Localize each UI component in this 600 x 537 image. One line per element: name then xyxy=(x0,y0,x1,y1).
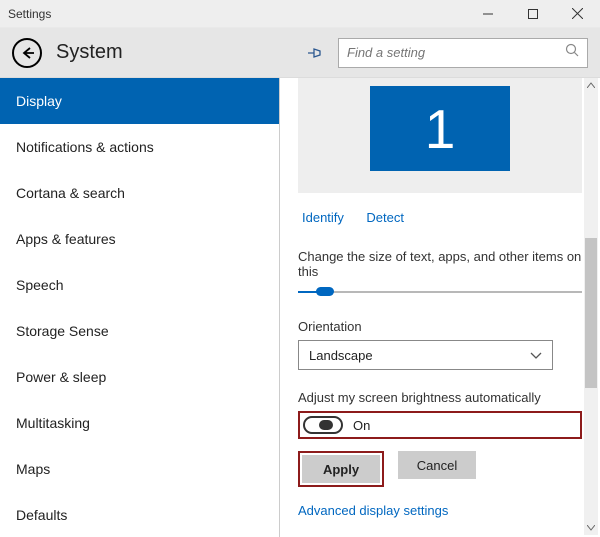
detect-link[interactable]: Detect xyxy=(366,210,404,225)
identify-link[interactable]: Identify xyxy=(302,210,344,225)
slider-track-line xyxy=(298,291,582,293)
orientation-value: Landscape xyxy=(309,348,373,363)
cancel-button[interactable]: Cancel xyxy=(398,451,476,479)
sidebar-item-label: Multitasking xyxy=(16,415,90,431)
sidebar: Display Notifications & actions Cortana … xyxy=(0,78,280,537)
brightness-toggle[interactable] xyxy=(303,416,343,434)
sidebar-item-label: Display xyxy=(16,93,62,109)
scroll-thumb[interactable] xyxy=(585,238,597,388)
sidebar-item-label: Apps & features xyxy=(16,231,116,247)
apply-button[interactable]: Apply xyxy=(302,455,380,483)
title-bar: Settings xyxy=(0,0,600,28)
scale-label: Change the size of text, apps, and other… xyxy=(298,249,582,279)
monitor-thumbnail[interactable]: 1 xyxy=(370,86,510,171)
display-preview: 1 xyxy=(298,78,582,193)
back-arrow-icon xyxy=(20,46,34,60)
brightness-toggle-highlight: On xyxy=(298,411,582,439)
sidebar-item-label: Storage Sense xyxy=(16,323,109,339)
chevron-down-icon xyxy=(530,348,542,363)
window-title: Settings xyxy=(8,7,51,21)
toggle-knob xyxy=(319,420,333,430)
button-row: Apply Cancel xyxy=(298,451,582,487)
sidebar-item-label: Maps xyxy=(16,461,50,477)
search-box[interactable] xyxy=(338,38,588,68)
scale-slider[interactable] xyxy=(298,285,582,299)
sidebar-item-display[interactable]: Display xyxy=(0,78,279,124)
apply-highlight: Apply xyxy=(298,451,384,487)
sidebar-item-label: Speech xyxy=(16,277,63,293)
sidebar-item-label: Notifications & actions xyxy=(16,139,154,155)
sidebar-item-label: Defaults xyxy=(16,507,67,523)
sidebar-item-label: Cortana & search xyxy=(16,185,125,201)
advanced-settings-link[interactable]: Advanced display settings xyxy=(298,503,582,518)
close-button[interactable] xyxy=(555,0,600,27)
sidebar-item-defaults[interactable]: Defaults xyxy=(0,492,279,537)
sidebar-item-multitasking[interactable]: Multitasking xyxy=(0,400,279,446)
sidebar-item-notifications[interactable]: Notifications & actions xyxy=(0,124,279,170)
pin-button[interactable] xyxy=(300,39,328,67)
back-button[interactable] xyxy=(12,38,42,68)
search-input[interactable] xyxy=(347,45,565,60)
slider-thumb[interactable] xyxy=(316,287,334,296)
content: 1 Identify Detect Change the size of tex… xyxy=(280,78,600,537)
search-icon xyxy=(565,43,579,62)
sidebar-item-maps[interactable]: Maps xyxy=(0,446,279,492)
sidebar-item-storage[interactable]: Storage Sense xyxy=(0,308,279,354)
pin-icon xyxy=(306,45,322,61)
monitor-number: 1 xyxy=(425,97,456,161)
scroll-down-icon[interactable] xyxy=(584,521,598,535)
sidebar-item-cortana[interactable]: Cortana & search xyxy=(0,170,279,216)
sidebar-item-speech[interactable]: Speech xyxy=(0,262,279,308)
page-title: System xyxy=(56,41,123,64)
window-controls xyxy=(465,0,600,27)
minimize-button[interactable] xyxy=(465,0,510,27)
scroll-up-icon[interactable] xyxy=(584,78,598,92)
vertical-scrollbar[interactable] xyxy=(584,78,598,535)
brightness-label: Adjust my screen brightness automaticall… xyxy=(298,390,582,405)
sidebar-item-label: Power & sleep xyxy=(16,369,106,385)
toggle-state-label: On xyxy=(353,418,370,433)
sidebar-item-power[interactable]: Power & sleep xyxy=(0,354,279,400)
detect-row: Identify Detect xyxy=(302,209,582,227)
main: Display Notifications & actions Cortana … xyxy=(0,78,600,537)
sidebar-item-apps[interactable]: Apps & features xyxy=(0,216,279,262)
orientation-select[interactable]: Landscape xyxy=(298,340,553,370)
maximize-button[interactable] xyxy=(510,0,555,27)
header: System xyxy=(0,28,600,78)
orientation-label: Orientation xyxy=(298,319,582,334)
